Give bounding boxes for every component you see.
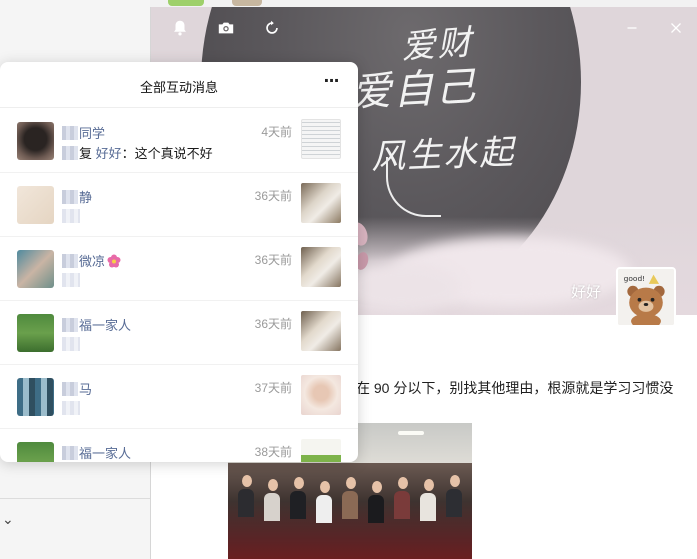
post-thumbnail[interactable] bbox=[301, 183, 341, 223]
notification-time: 4天前 bbox=[261, 125, 292, 139]
divider bbox=[0, 498, 150, 499]
post-thumbnail[interactable] bbox=[301, 247, 341, 287]
notification-name-text: 马 bbox=[79, 382, 93, 397]
commenter-name[interactable]: 好好 bbox=[96, 146, 122, 161]
avatar[interactable] bbox=[17, 378, 54, 416]
photo-person bbox=[320, 481, 330, 493]
masked-text bbox=[62, 337, 80, 351]
masked-text bbox=[62, 190, 78, 204]
notification-name[interactable]: 福一家人 bbox=[62, 443, 131, 462]
avatar[interactable] bbox=[17, 250, 54, 288]
photo-person bbox=[424, 479, 434, 491]
chat-avatar bbox=[232, 0, 262, 6]
notification-name[interactable]: 静 bbox=[62, 187, 92, 206]
photo-person bbox=[290, 491, 306, 519]
more-options-button[interactable]: ··· bbox=[318, 70, 344, 96]
notification-name-text: 静 bbox=[79, 190, 93, 205]
post-thumbnail[interactable] bbox=[301, 311, 341, 351]
bell-icon[interactable] bbox=[169, 17, 191, 39]
notification-item[interactable]: 福一家人 36天前 bbox=[0, 301, 358, 365]
notification-time: 38天前 bbox=[254, 445, 292, 459]
notification-name-text: 福一家人 bbox=[79, 446, 132, 461]
notification-time: 36天前 bbox=[254, 253, 292, 267]
interaction-messages-popup: 全部互动消息 ··· 同学 复 好好：这个真说不好 4天前 静 36天前 微凉 … bbox=[0, 62, 358, 462]
notification-name[interactable]: 同学 bbox=[62, 123, 105, 142]
notification-time: 36天前 bbox=[254, 189, 292, 203]
avatar-text: good! bbox=[624, 274, 646, 283]
comment-prefix: 复 bbox=[79, 146, 93, 161]
post-text: 在 90 分以下，别找其他理由，根源就是学习习惯没 bbox=[356, 380, 674, 396]
photo-person bbox=[446, 489, 462, 517]
avatar[interactable] bbox=[17, 442, 54, 462]
notification-time: 36天前 bbox=[254, 317, 292, 331]
notification-time: 37天前 bbox=[254, 381, 292, 395]
refresh-icon[interactable] bbox=[261, 17, 283, 39]
masked-text bbox=[62, 318, 78, 332]
photo-person bbox=[398, 477, 408, 489]
photo-lamp bbox=[398, 431, 424, 435]
notification-name[interactable]: 微凉 bbox=[62, 251, 121, 270]
profile-avatar[interactable]: good! bbox=[616, 267, 676, 327]
photo-person bbox=[346, 477, 356, 489]
avatar[interactable] bbox=[17, 186, 54, 224]
notification-item[interactable]: 福一家人 38天前 bbox=[0, 429, 358, 462]
notification-name-text: 同学 bbox=[79, 126, 106, 141]
masked-text bbox=[62, 254, 78, 268]
photo-person bbox=[264, 493, 280, 521]
masked-text bbox=[62, 446, 78, 460]
photo-person bbox=[368, 495, 384, 523]
masked-text bbox=[62, 273, 80, 287]
photo-person bbox=[316, 495, 332, 523]
notification-name-text: 微凉 bbox=[79, 254, 106, 269]
photo-person bbox=[242, 475, 252, 487]
photo-person bbox=[420, 493, 436, 521]
masked-text bbox=[62, 401, 80, 415]
chevron-icon[interactable]: ⌄ bbox=[2, 512, 14, 528]
masked-text bbox=[62, 146, 78, 160]
notification-item[interactable]: 微凉 36天前 bbox=[0, 237, 358, 301]
post-thumbnail[interactable] bbox=[301, 375, 341, 415]
notification-comment: 复 好好：这个真说不好 bbox=[62, 143, 213, 162]
notification-item[interactable]: 静 36天前 bbox=[0, 173, 358, 237]
masked-text bbox=[62, 126, 78, 140]
notification-name[interactable]: 马 bbox=[62, 379, 92, 398]
photo-person bbox=[372, 481, 382, 493]
photo-person bbox=[268, 479, 278, 491]
moments-toolbar bbox=[151, 7, 697, 49]
close-icon[interactable] bbox=[665, 17, 687, 39]
avatar[interactable] bbox=[17, 314, 54, 352]
notification-item[interactable]: 同学 复 好好：这个真说不好 4天前 bbox=[0, 109, 358, 173]
popup-title: 全部互动消息 bbox=[139, 80, 218, 95]
popup-header: 全部互动消息 ··· bbox=[0, 62, 358, 108]
notification-item[interactable]: 马 37天前 bbox=[0, 365, 358, 429]
masked-text bbox=[62, 209, 80, 223]
bear-avatar-icon: good! bbox=[618, 269, 674, 325]
chat-avatar bbox=[168, 0, 204, 6]
notification-name-text: 福一家人 bbox=[79, 318, 132, 333]
notification-name[interactable]: 福一家人 bbox=[62, 315, 131, 334]
masked-text bbox=[62, 382, 78, 396]
avatar[interactable] bbox=[17, 122, 54, 160]
comment-text: ：这个真说不好 bbox=[121, 146, 213, 161]
flower-emoji-icon bbox=[107, 254, 121, 268]
photo-person bbox=[294, 477, 304, 489]
post-thumbnail[interactable] bbox=[301, 119, 341, 159]
photo-person bbox=[342, 491, 358, 519]
minimize-icon[interactable] bbox=[621, 17, 643, 39]
photo-person bbox=[238, 489, 254, 517]
photo-person bbox=[450, 475, 460, 487]
cover-calligraphy: 爱自己 bbox=[350, 63, 479, 117]
camera-icon[interactable] bbox=[215, 17, 237, 39]
photo-person bbox=[394, 491, 410, 519]
profile-name[interactable]: 好好 bbox=[571, 281, 601, 302]
post-thumbnail[interactable] bbox=[301, 439, 341, 462]
